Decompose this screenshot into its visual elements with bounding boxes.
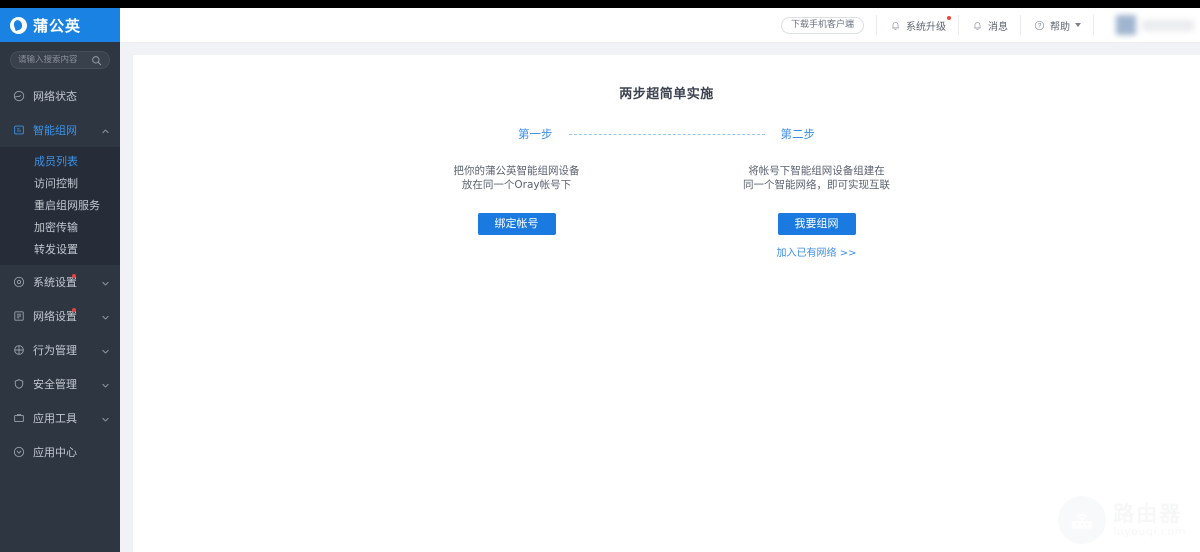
watermark-text: 路由器 luyouqi.com <box>1113 503 1186 538</box>
sidebar-subitem-encrypted-transfer[interactable]: 加密传输 <box>0 216 120 238</box>
step-two-description-line2: 同一个智能网络，即可实现互联 <box>743 179 890 191</box>
behavior-management-icon <box>12 344 25 357</box>
smart-network-icon <box>12 124 25 137</box>
sidebar-item-label: 应用工具 <box>33 412 77 425</box>
steps-columns: 把你的蒲公英智能组网设备 放在同一个Oray帐号下 绑定帐号 将帐号下智能组网设… <box>133 164 1200 259</box>
step-two-label: 第二步 <box>780 127 816 141</box>
step-one-description: 把你的蒲公英智能组网设备 放在同一个Oray帐号下 <box>367 164 667 192</box>
step-connector-line <box>568 133 765 135</box>
main-area: 下载手机客户端 系统升级 消息 帮助 两步超简单实施 第一步 第二步 把你的蒲公… <box>120 8 1200 552</box>
search-icon[interactable] <box>91 55 102 66</box>
sidebar-subitem-label: 访问控制 <box>34 177 78 190</box>
step-one-description-line2: 放在同一个Oray帐号下 <box>461 179 572 191</box>
messages-label: 消息 <box>988 21 1008 33</box>
app-shell: 蒲公英 请输入搜索内容 网络状态 智能组网 成员列表 访问控制 重启组网服务 加… <box>0 8 1200 552</box>
messages-button[interactable]: 消息 <box>971 18 1008 33</box>
watermark-cn: 路由器 <box>1113 501 1183 526</box>
dandelion-logo-icon <box>10 16 27 34</box>
steps-indicator: 第一步 第二步 <box>133 126 1200 142</box>
network-settings-icon <box>12 310 25 323</box>
divider <box>1020 15 1021 35</box>
sidebar-subitem-member-list[interactable]: 成员列表 <box>0 150 120 172</box>
sidebar-item-network-status[interactable]: 网络状态 <box>0 79 120 113</box>
sidebar-item-label: 应用中心 <box>33 446 77 459</box>
watermark: 路由器 luyouqi.com <box>1058 496 1186 544</box>
chevron-down-icon <box>101 414 110 423</box>
system-upgrade-label: 系统升级 <box>906 21 946 33</box>
router-icon <box>1058 496 1107 544</box>
chevron-down-icon <box>101 278 110 287</box>
sidebar-item-behavior-management[interactable]: 行为管理 <box>0 333 120 367</box>
divider <box>876 15 877 35</box>
top-bar: 下载手机客户端 系统升级 消息 帮助 <box>120 8 1200 43</box>
sidebar-item-label: 安全管理 <box>33 378 77 391</box>
step-two-description-line1: 将帐号下智能组网设备组建在 <box>748 165 885 177</box>
user-name <box>1142 19 1194 31</box>
network-status-icon <box>12 90 25 103</box>
sidebar-item-label: 系统设置 <box>33 276 77 289</box>
sidebar-item-label: 行为管理 <box>33 344 77 357</box>
chevron-down-icon <box>1075 23 1081 27</box>
sidebar-item-system-settings[interactable]: 系统设置 <box>0 265 120 299</box>
sidebar-subitem-restart-network-service[interactable]: 重启组网服务 <box>0 194 120 216</box>
user-account-menu[interactable] <box>1116 15 1194 35</box>
chevron-up-icon <box>101 126 110 135</box>
sidebar-nav: 网络状态 智能组网 成员列表 访问控制 重启组网服务 加密传输 转发设置 系统设… <box>0 79 120 469</box>
sidebar-submenu-smart-network: 成员列表 访问控制 重启组网服务 加密传输 转发设置 <box>0 147 120 265</box>
sidebar-item-security-management[interactable]: 安全管理 <box>0 367 120 401</box>
sidebar-subitem-forward-settings[interactable]: 转发设置 <box>0 238 120 260</box>
sidebar-search <box>0 42 120 77</box>
step-one-column: 把你的蒲公英智能组网设备 放在同一个Oray帐号下 绑定帐号 <box>367 164 667 259</box>
sidebar-subitem-label: 成员列表 <box>34 155 78 168</box>
join-existing-network-link[interactable]: 加入已有网络 >> <box>667 244 967 259</box>
sidebar-item-label: 网络设置 <box>33 310 77 323</box>
brand-logo[interactable]: 蒲公英 <box>0 8 120 42</box>
avatar <box>1116 15 1136 35</box>
onboarding-card: 两步超简单实施 第一步 第二步 把你的蒲公英智能组网设备 放在同一个Oray帐号… <box>133 55 1200 552</box>
help-label: 帮助 <box>1050 21 1070 33</box>
search-box[interactable] <box>10 51 110 69</box>
upgrade-bell-icon <box>889 19 901 31</box>
security-management-icon <box>12 378 25 391</box>
sidebar-subitem-access-control[interactable]: 访问控制 <box>0 172 120 194</box>
system-upgrade-button[interactable]: 系统升级 <box>889 15 951 33</box>
sidebar: 蒲公英 请输入搜索内容 网络状态 智能组网 成员列表 访问控制 重启组网服务 加… <box>0 8 120 552</box>
app-tools-icon <box>12 412 25 425</box>
help-menu[interactable]: 帮助 <box>1033 18 1081 33</box>
app-center-icon <box>12 446 25 459</box>
content-padding: 两步超简单实施 第一步 第二步 把你的蒲公英智能组网设备 放在同一个Oray帐号… <box>120 43 1200 552</box>
step-one-label: 第一步 <box>518 127 553 141</box>
sidebar-item-label: 智能组网 <box>33 124 77 137</box>
page-title: 两步超简单实施 <box>619 87 714 102</box>
bell-icon <box>971 19 983 31</box>
step-two-column: 将帐号下智能组网设备组建在 同一个智能网络，即可实现互联 我要组网 加入已有网络… <box>667 164 967 259</box>
create-network-button[interactable]: 我要组网 <box>777 213 856 235</box>
watermark-en: luyouqi.com <box>1113 524 1186 538</box>
chevron-down-icon <box>101 380 110 389</box>
browser-top-strip <box>0 0 1200 8</box>
step-two-description: 将帐号下智能组网设备组建在 同一个智能网络，即可实现互联 <box>667 164 967 192</box>
step-one-description-line1: 把你的蒲公英智能组网设备 <box>453 165 580 177</box>
search-input[interactable] <box>18 55 91 65</box>
sidebar-subitem-label: 重启组网服务 <box>34 199 100 212</box>
chevron-down-icon <box>101 346 110 355</box>
status-badge <box>72 274 76 278</box>
sidebar-item-smart-network[interactable]: 智能组网 <box>0 113 120 147</box>
question-circle-icon <box>1033 19 1045 31</box>
download-app-button[interactable]: 下载手机客户端 <box>780 16 864 34</box>
system-settings-icon <box>12 276 25 289</box>
brand-name: 蒲公英 <box>33 16 82 35</box>
divider <box>958 15 959 35</box>
status-badge <box>72 308 76 312</box>
sidebar-item-label: 网络状态 <box>33 90 77 103</box>
sidebar-item-app-center[interactable]: 应用中心 <box>0 435 120 469</box>
divider <box>1093 15 1094 35</box>
sidebar-subitem-label: 转发设置 <box>34 243 78 256</box>
sidebar-item-network-settings[interactable]: 网络设置 <box>0 299 120 333</box>
sidebar-subitem-label: 加密传输 <box>34 221 78 234</box>
status-badge <box>947 15 951 20</box>
bind-account-button[interactable]: 绑定帐号 <box>477 213 556 235</box>
sidebar-item-app-tools[interactable]: 应用工具 <box>0 401 120 435</box>
chevron-down-icon <box>101 312 110 321</box>
